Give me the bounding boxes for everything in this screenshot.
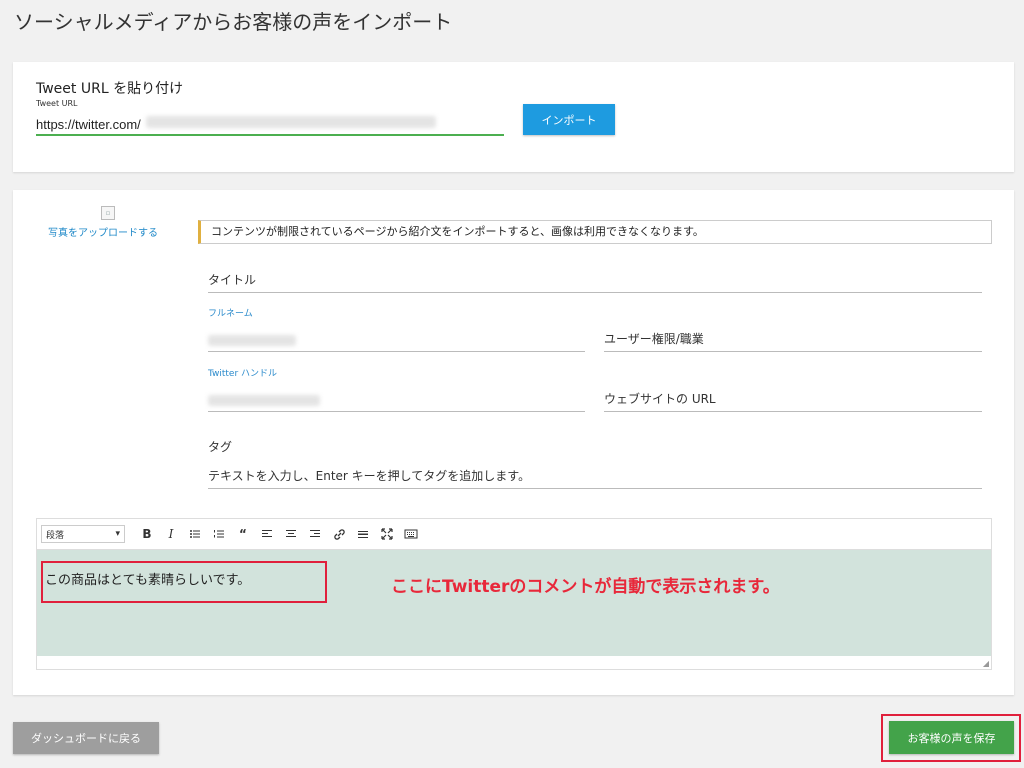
horizontal-rule-icon[interactable]: [351, 524, 375, 544]
photo-placeholder-icon: ▫: [101, 206, 115, 220]
save-testimonial-button[interactable]: お客様の声を保存: [889, 721, 1014, 754]
fullname-redacted: [208, 335, 296, 346]
editor-toolbar: 段落 ▾ B I “: [37, 519, 991, 550]
align-right-icon[interactable]: [303, 524, 327, 544]
twitter-handle-label: Twitter ハンドル: [208, 369, 278, 379]
upload-photo-link[interactable]: 写真をアップロードする: [48, 224, 158, 239]
heading-select-value: 段落: [46, 530, 65, 541]
keyboard-icon[interactable]: [399, 524, 423, 544]
back-to-dashboard-button[interactable]: ダッシュボードに戻る: [13, 722, 159, 754]
twitter-handle-field[interactable]: Twitter ハンドル: [208, 369, 585, 412]
twitter-handle-redacted: [208, 395, 320, 406]
rich-text-editor: 段落 ▾ B I “ この商品はとても素晴らしいです。 ここにTwitterのコ…: [36, 518, 992, 670]
fullname-field[interactable]: フルネーム: [208, 309, 585, 352]
align-left-icon[interactable]: [255, 524, 279, 544]
resize-handle-icon[interactable]: ◢: [983, 659, 989, 668]
bullet-list-icon[interactable]: [183, 524, 207, 544]
title-placeholder: タイトル: [208, 273, 257, 287]
testimonial-details-card: ▫ 写真をアップロードする コンテンツが制限されているページから紹介文をインポー…: [13, 190, 1014, 695]
tags-field[interactable]: テキストを入力し、Enter キーを押してタグを追加します。: [208, 460, 982, 489]
numbered-list-icon[interactable]: [207, 524, 231, 544]
fullname-label: フルネーム: [208, 309, 253, 319]
tags-label: タグ: [208, 440, 233, 454]
tweet-url-redacted: [146, 116, 436, 128]
align-center-icon[interactable]: [279, 524, 303, 544]
blockquote-icon[interactable]: “: [231, 524, 255, 544]
tweet-url-field-label: Tweet URL: [36, 99, 78, 108]
italic-icon[interactable]: I: [159, 524, 183, 544]
tags-placeholder: テキストを入力し、Enter キーを押してタグを追加します。: [208, 469, 531, 483]
bold-icon[interactable]: B: [135, 524, 159, 544]
link-icon[interactable]: [327, 524, 351, 544]
fullscreen-icon[interactable]: [375, 524, 399, 544]
website-placeholder: ウェブサイトの URL: [604, 392, 716, 406]
chevron-down-icon: ▾: [115, 529, 120, 539]
tweet-import-card: Tweet URL を貼り付け Tweet URL インポート: [13, 62, 1014, 172]
restricted-content-notice: コンテンツが制限されているページから紹介文をインポートすると、画像は利用できなく…: [198, 220, 992, 244]
role-field[interactable]: ユーザー権限/職業: [604, 320, 982, 352]
tweet-url-heading: Tweet URL を貼り付け: [36, 81, 184, 97]
heading-select[interactable]: 段落 ▾: [41, 525, 125, 543]
editor-content-area[interactable]: この商品はとても素晴らしいです。 ここにTwitterのコメントが自動で表示され…: [37, 550, 991, 656]
page-title: ソーシャルメディアからお客様の声をインポート: [14, 10, 453, 34]
annotation-text: ここにTwitterのコメントが自動で表示されます。: [391, 577, 780, 597]
import-button[interactable]: インポート: [523, 104, 615, 135]
role-placeholder: ユーザー権限/職業: [604, 332, 704, 346]
content-highlight-box: [41, 561, 327, 603]
website-field[interactable]: ウェブサイトの URL: [604, 380, 982, 412]
title-field[interactable]: タイトル: [208, 260, 982, 293]
